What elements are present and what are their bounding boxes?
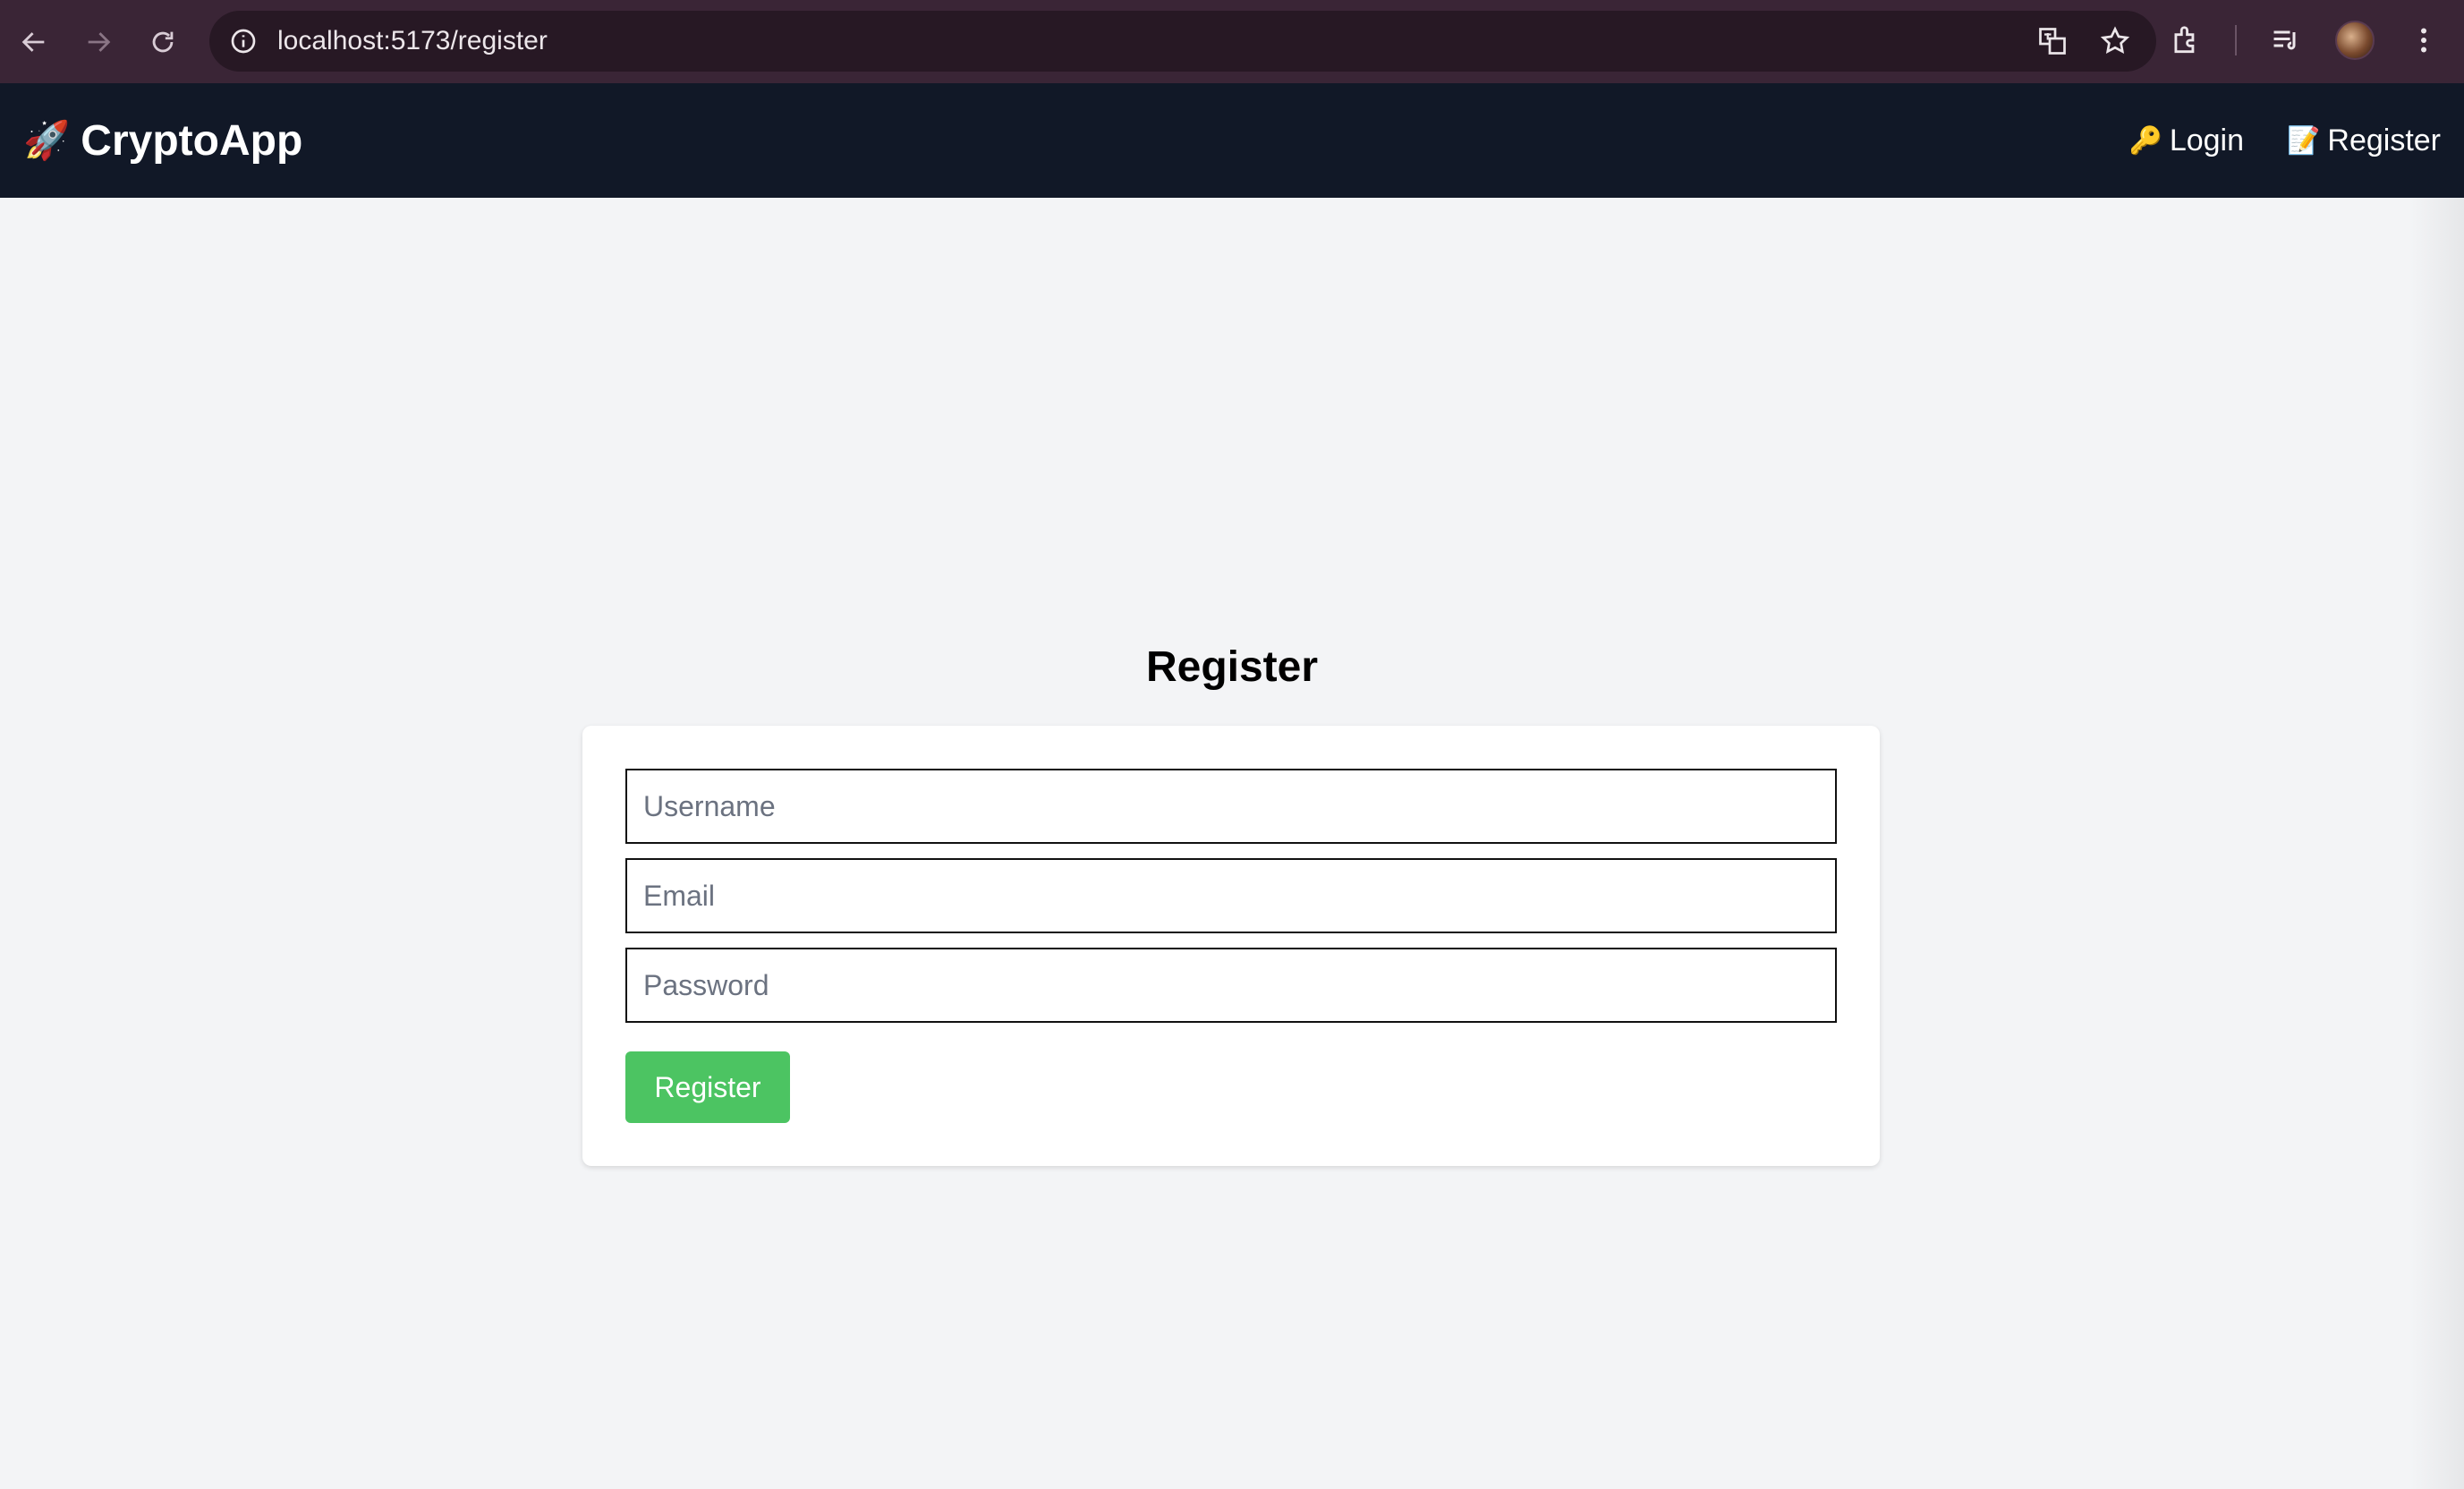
site-info-icon[interactable] [225,23,261,59]
page-title: Register [1145,643,1319,691]
memo-icon: 📝 [2287,125,2321,156]
brand-name: CryptoApp [81,116,303,165]
translate-icon[interactable] [2033,21,2072,61]
toolbar-divider [2235,25,2237,55]
url-text[interactable]: localhost:5173/register [277,26,548,56]
profile-avatar[interactable] [2335,21,2375,60]
key-icon: 🔑 [2128,125,2162,156]
extensions-icon[interactable] [2163,18,2208,63]
password-input[interactable] [625,948,1837,1023]
back-arrow-icon[interactable] [9,17,59,67]
nav-links: 🔑 Login 📝 Register [2128,123,2441,158]
browser-toolbar: localhost:5173/register [0,0,2464,83]
app-navbar: 🚀 CryptoApp 🔑 Login 📝 Register [0,83,2464,198]
register-submit-button[interactable]: Register [625,1051,790,1123]
main-content: Register Register [0,198,2464,1489]
forward-arrow-icon[interactable] [73,17,123,67]
brand-logo[interactable]: 🚀 CryptoApp [23,116,302,166]
media-queue-icon[interactable] [2264,18,2308,63]
menu-dots-icon[interactable] [2401,18,2446,63]
nav-login-label: Login [2169,123,2245,157]
register-form: Register [582,726,1880,1166]
reload-icon[interactable] [138,17,188,67]
nav-login-link[interactable]: 🔑 Login [2128,123,2244,158]
rocket-icon: 🚀 [23,119,71,161]
nav-register-link[interactable]: 📝 Register [2287,123,2441,158]
nav-register-label: Register [2327,123,2441,157]
scrollbar-track[interactable] [2410,198,2464,1489]
address-bar[interactable]: localhost:5173/register [209,11,2156,72]
bookmark-star-icon[interactable] [2095,21,2135,61]
email-input[interactable] [625,858,1837,933]
username-input[interactable] [625,769,1837,844]
